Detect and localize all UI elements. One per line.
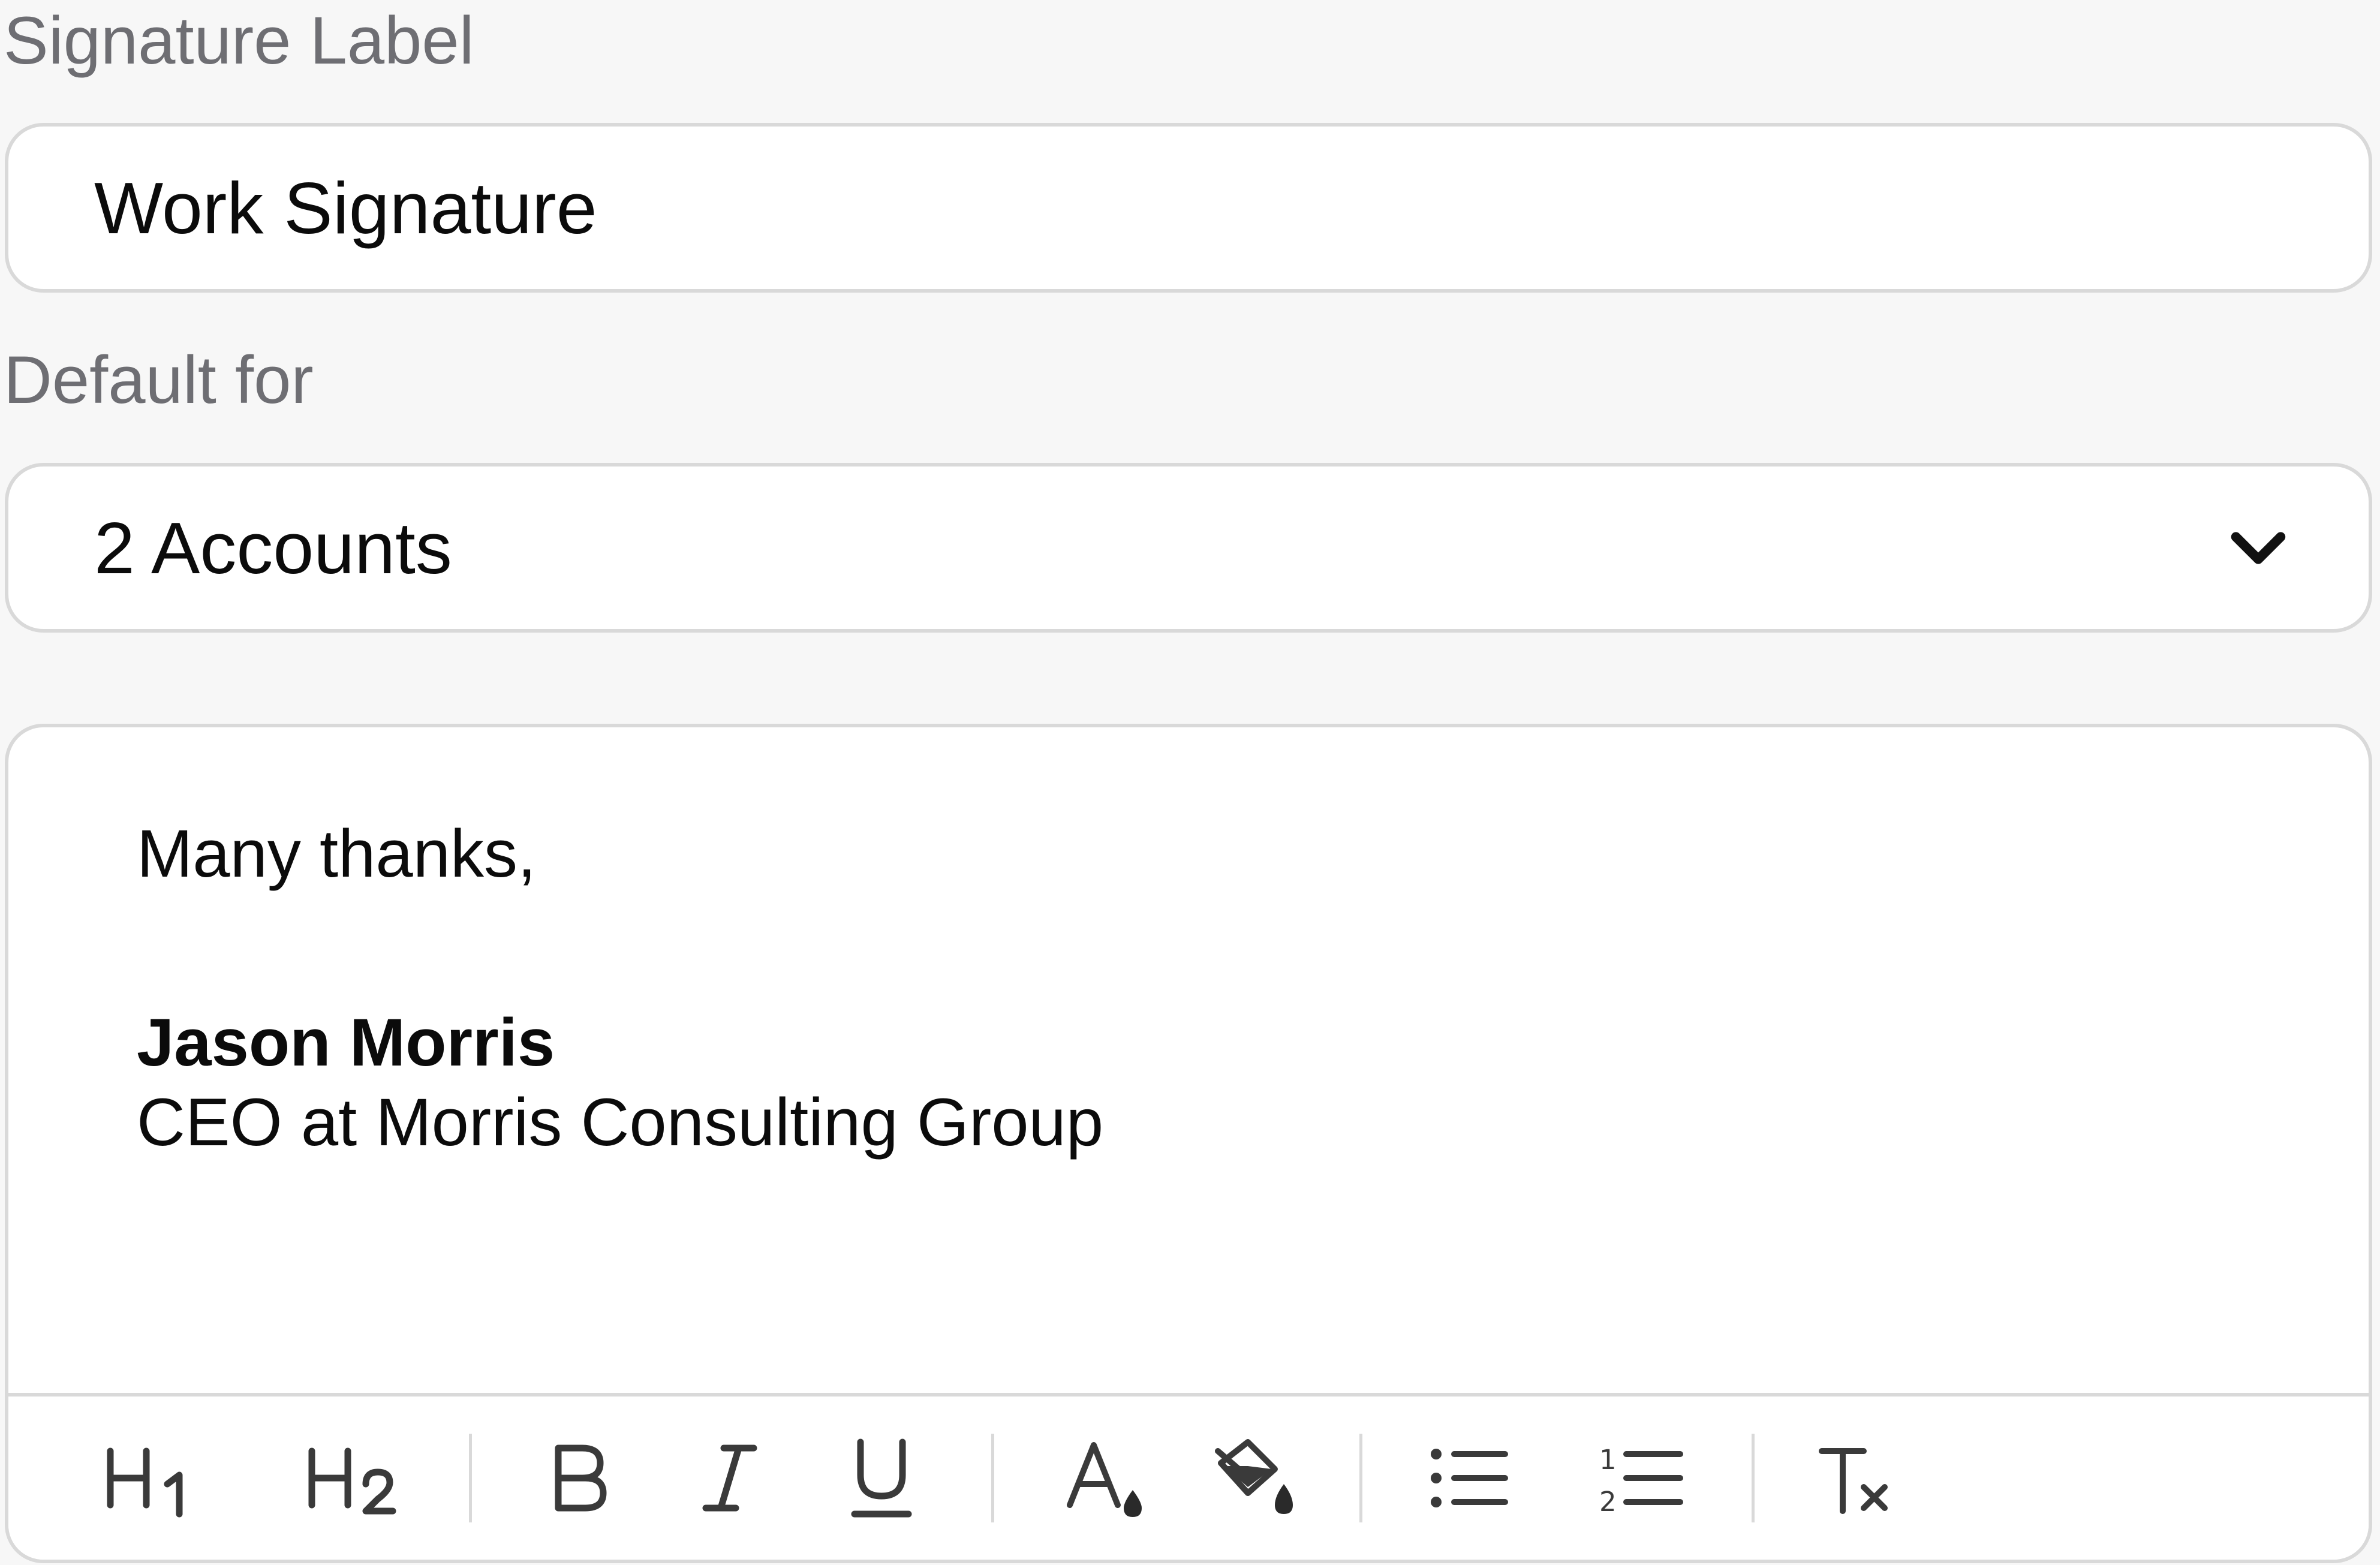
chevron-down-icon[interactable] <box>2225 514 2292 582</box>
text-color-button[interactable] <box>1046 1418 1166 1538</box>
formatting-toolbar: 1 2 <box>8 1393 2369 1560</box>
bold-button[interactable] <box>519 1418 639 1538</box>
bullet-list-button[interactable] <box>1409 1418 1529 1538</box>
signature-label-input-value[interactable]: Work Signature <box>94 171 597 245</box>
numbered-list-button[interactable]: 1 2 <box>1581 1418 1701 1538</box>
heading-1-button[interactable] <box>95 1418 215 1538</box>
underline-button[interactable] <box>822 1418 941 1538</box>
default-for-caption: Default for <box>4 342 314 417</box>
toolbar-separator <box>1752 1434 1755 1522</box>
underline-icon <box>846 1433 917 1523</box>
signature-editor-content[interactable]: Many thanks, Jason Morris CEO at Morris … <box>137 727 2309 1393</box>
clear-formatting-button[interactable] <box>1795 1418 1915 1538</box>
numbered-list-icon: 1 2 <box>1596 1442 1686 1514</box>
heading-1-icon <box>101 1436 209 1520</box>
italic-button[interactable] <box>670 1418 790 1538</box>
italic-icon <box>694 1436 766 1520</box>
toolbar-separator <box>991 1434 994 1522</box>
signature-editor[interactable]: Many thanks, Jason Morris CEO at Morris … <box>5 724 2372 1563</box>
signature-role-line: CEO at Morris Consulting Group <box>137 1085 1104 1160</box>
highlight-color-icon <box>1209 1433 1299 1523</box>
clear-formatting-icon <box>1816 1439 1894 1517</box>
toolbar-separator <box>469 1434 472 1522</box>
text-color-icon <box>1061 1433 1151 1523</box>
signature-label-field[interactable]: Work Signature <box>5 123 2372 293</box>
bold-icon <box>543 1436 615 1520</box>
default-for-select[interactable]: 2 Accounts <box>5 463 2372 633</box>
highlight-color-button[interactable] <box>1194 1418 1314 1538</box>
svg-text:1: 1 <box>1599 1444 1617 1476</box>
svg-text:2: 2 <box>1599 1486 1617 1514</box>
default-for-selected-value: 2 Accounts <box>94 507 452 589</box>
signature-name-line: Jason Morris <box>137 1005 555 1080</box>
heading-2-icon <box>303 1436 411 1520</box>
toolbar-separator <box>1359 1434 1362 1522</box>
bullet-list-icon <box>1427 1442 1511 1514</box>
signature-greeting-line: Many thanks, <box>137 816 537 891</box>
signature-label-caption: Signature Label <box>4 3 474 78</box>
heading-2-button[interactable] <box>297 1418 417 1538</box>
